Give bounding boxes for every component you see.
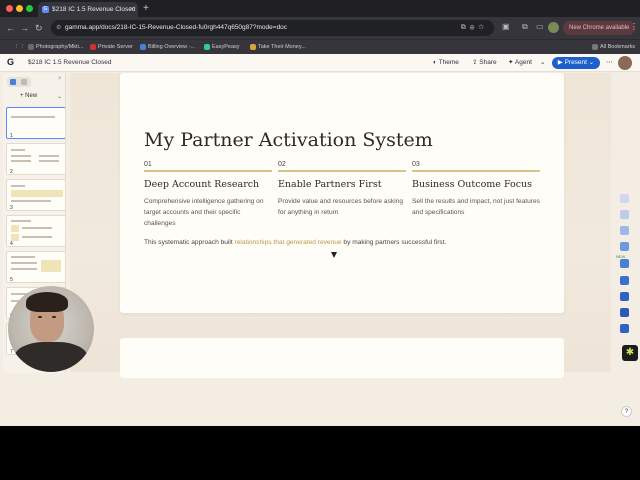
table-icon[interactable] [620, 292, 629, 301]
gamma-logo-icon[interactable]: G [5, 57, 16, 68]
slide-thumbnail[interactable]: 4 [6, 215, 65, 247]
divider [144, 170, 272, 172]
form-icon[interactable] [620, 308, 629, 317]
chevron-down-icon[interactable]: ⌄ [540, 54, 545, 72]
column-heading[interactable]: Business Outcome Focus [412, 179, 540, 190]
more-options-icon[interactable]: ⋯ [606, 54, 613, 72]
right-toolbar: NEW [616, 184, 634, 404]
doc-title[interactable]: $218 IC 1.5 Revenue Closed [28, 54, 111, 72]
url-text: gamma.app/docs/218-IC-15-Revenue-Closed-… [65, 24, 288, 31]
app-header: G $218 IC 1.5 Revenue Closed ◐ Theme ⇪ S… [0, 54, 640, 72]
bookmark-item[interactable]: Photography/Mkti... [28, 40, 83, 54]
slide-thumbnail[interactable]: 3 [6, 179, 65, 211]
url-input[interactable]: ⚙ gamma.app/docs/218-IC-15-Revenue-Close… [51, 20, 494, 36]
theme-button[interactable]: ◐ Theme [433, 54, 459, 72]
profile-avatar[interactable] [548, 22, 559, 33]
new-chrome-available-button[interactable]: New Chrome available [563, 21, 636, 35]
extension-icon[interactable]: ▣ [502, 22, 510, 31]
bookmark-item[interactable]: Private Server [90, 40, 133, 54]
view-toggle[interactable] [7, 77, 31, 87]
present-button[interactable]: ▶ Present ⌄ [552, 57, 600, 69]
omnibox-actions-icon[interactable]: ⧉⊕☆ [461, 20, 488, 36]
image-icon[interactable] [620, 226, 629, 235]
user-avatar[interactable] [618, 56, 632, 70]
comment-icon[interactable] [620, 324, 629, 333]
column-heading[interactable]: Deep Account Research [144, 179, 272, 190]
agent-sparkle-icon: ✦ [508, 59, 515, 66]
forward-icon[interactable]: → [20, 21, 29, 35]
text-style-icon[interactable] [620, 210, 629, 219]
browser-tab-active[interactable]: G $218 IC 1.5 Revenue Closed × [38, 2, 138, 17]
reload-icon[interactable]: ↻ [35, 21, 43, 35]
column-body[interactable]: Sell the results and impact, not just fe… [412, 196, 540, 218]
document-canvas[interactable]: My Partner Activation System 01 Deep Acc… [70, 73, 611, 378]
bookmark-item[interactable]: Take Their Money... [250, 40, 306, 54]
new-card-button[interactable]: + New [20, 93, 37, 99]
share-button[interactable]: ⇪ Share [472, 54, 497, 72]
close-panel-icon[interactable]: × [58, 76, 62, 82]
summary-text[interactable]: This systematic approach built relations… [144, 239, 446, 246]
browser-tab-bar: G $218 IC 1.5 Revenue Closed × + [0, 0, 640, 17]
column-heading[interactable]: Enable Partners First [278, 179, 406, 190]
slide-thumbnail[interactable]: 1 [6, 107, 65, 139]
chart-icon[interactable] [620, 276, 629, 285]
mouse-cursor-icon [331, 252, 337, 258]
column-card[interactable]: 03 Business Outcome Focus Sell the resul… [412, 161, 540, 218]
maximize-window-icon[interactable] [26, 5, 33, 12]
minimize-window-icon[interactable] [16, 5, 23, 12]
apps-grid-icon[interactable]: ⋮⋮ [6, 40, 25, 54]
close-tab-icon[interactable]: × [130, 2, 134, 17]
column-number: 02 [278, 161, 286, 168]
browser-menu-icon[interactable]: ⋮ [630, 22, 638, 31]
extension-puzzle-icon[interactable]: ⧉ [522, 22, 528, 32]
layout-grid-icon[interactable] [620, 242, 629, 251]
column-number: 01 [144, 161, 152, 168]
page-title[interactable]: My Partner Activation System [144, 129, 433, 151]
back-icon[interactable]: ← [6, 21, 15, 35]
slide-thumbnail[interactable]: 5 [6, 251, 65, 283]
ai-assist-icon[interactable]: ✱ [622, 345, 638, 361]
bookmarks-bar: ⋮⋮ Photography/Mkti... Private Server Bi… [0, 39, 640, 54]
divider [278, 170, 406, 172]
slide-card[interactable]: My Partner Activation System 01 Deep Acc… [120, 73, 564, 313]
tab-search-icon[interactable]: ▭ [536, 22, 544, 31]
help-button[interactable]: ? [621, 406, 632, 417]
gamma-app: G $218 IC 1.5 Revenue Closed ◐ Theme ⇪ S… [0, 54, 640, 426]
column-number: 03 [412, 161, 420, 168]
gamma-favicon-icon: G [42, 6, 49, 13]
thumbnail-view-icon[interactable] [10, 79, 16, 85]
site-info-icon[interactable]: ⚙ [56, 20, 61, 36]
column-body[interactable]: Provide value and resources before askin… [278, 196, 406, 218]
next-slide-card[interactable] [120, 338, 564, 378]
column-card[interactable]: 01 Deep Account Research Comprehensive i… [144, 161, 272, 229]
bookmark-item[interactable]: EasyPeasy [204, 40, 240, 54]
embed-icon[interactable] [620, 259, 629, 268]
tab-title: $218 IC 1.5 Revenue Closed [52, 6, 136, 13]
new-tab-button[interactable]: + [143, 1, 149, 16]
summary-highlight[interactable]: relationships that generated revenue [235, 239, 342, 246]
close-window-icon[interactable] [6, 5, 13, 12]
slide-thumbnail[interactable]: 2 [6, 143, 65, 175]
agent-button[interactable]: ✦ Agent [508, 54, 532, 72]
search-icon[interactable] [620, 194, 629, 203]
bookmark-item[interactable]: Billing Overview -... [140, 40, 195, 54]
address-bar-row: ← → ↻ ⚙ gamma.app/docs/218-IC-15-Revenue… [0, 17, 640, 39]
divider [412, 170, 540, 172]
all-bookmarks[interactable]: All Bookmarks [592, 40, 635, 54]
webcam-overlay [8, 286, 94, 372]
chevron-down-icon[interactable]: ⌄ [57, 93, 62, 100]
list-view-icon[interactable] [21, 79, 27, 85]
play-icon: ▶ [557, 59, 565, 66]
column-body[interactable]: Comprehensive intelligence gathering on … [144, 196, 272, 229]
column-card[interactable]: 02 Enable Partners First Provide value a… [278, 161, 406, 218]
